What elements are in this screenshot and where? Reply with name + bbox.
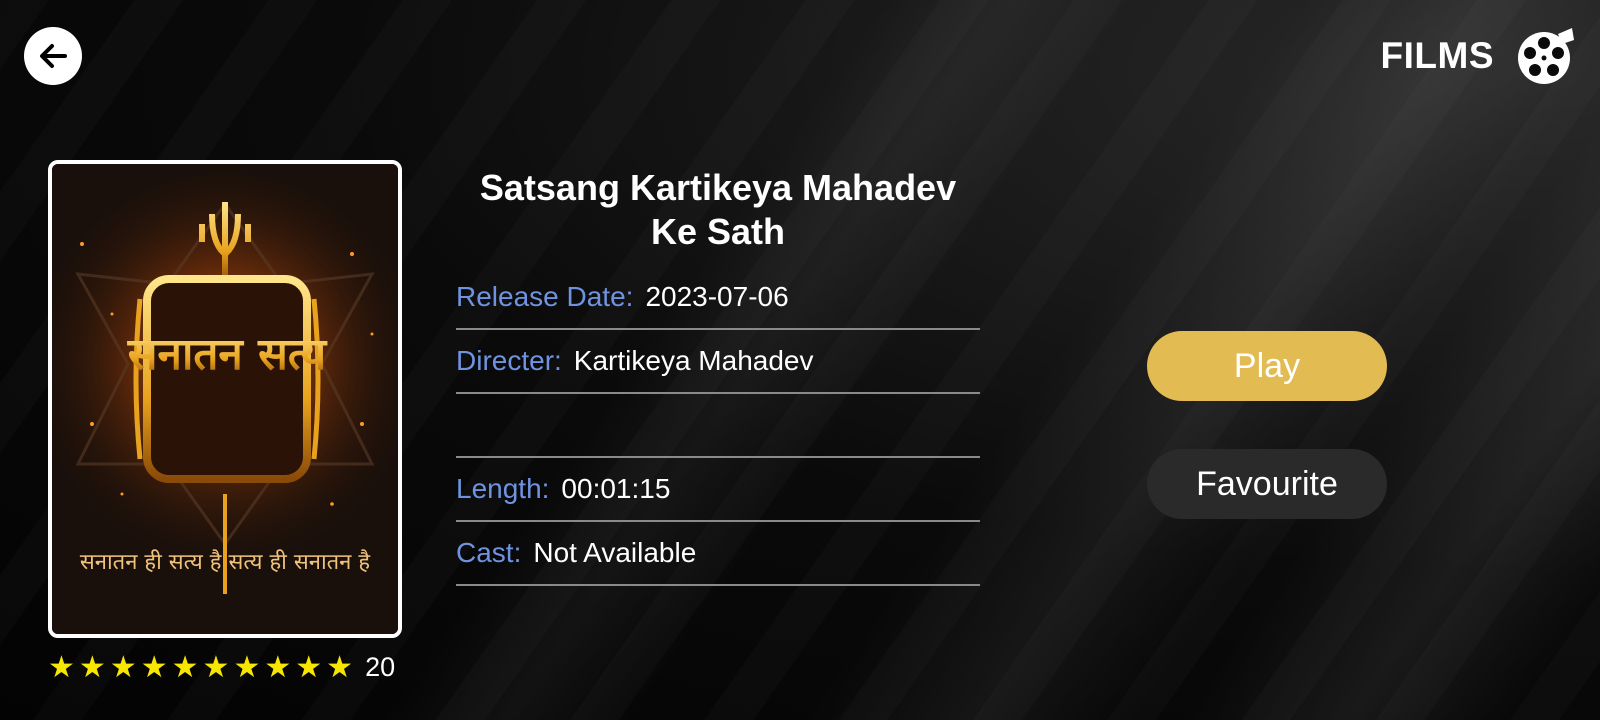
section-title: FILMS bbox=[1380, 35, 1494, 76]
star-icon: ★ bbox=[264, 650, 292, 684]
movie-poster[interactable]: सनातन सत्य सनातन ही सत्य है सत्य ही सनात… bbox=[48, 160, 402, 638]
star-icon: ★ bbox=[140, 650, 168, 684]
back-button[interactable] bbox=[24, 27, 82, 85]
poster-artwork: सनातन सत्य सनातन ही सत्य है सत्य ही सनात… bbox=[52, 164, 398, 634]
cast-label: Cast: bbox=[456, 537, 522, 568]
star-rating: ★ ★ ★ ★ ★ ★ ★ ★ ★ ★ 20 bbox=[48, 652, 395, 683]
play-button[interactable]: Play bbox=[1147, 331, 1387, 401]
release-date-label: Release Date: bbox=[456, 281, 634, 312]
empty-row bbox=[456, 394, 980, 458]
arrow-left-icon bbox=[40, 44, 67, 68]
director-label: Directer: bbox=[456, 345, 562, 376]
favourite-button[interactable]: Favourite bbox=[1147, 449, 1387, 519]
poster-title: सनातन सत्य bbox=[127, 329, 328, 380]
poster-tagline: सनातन ही सत्य है सत्य ही सनातन है bbox=[80, 549, 370, 575]
rating-count: 20 bbox=[365, 652, 396, 682]
film-reel-icon bbox=[1518, 28, 1574, 84]
movie-details: Satsang Kartikeya Mahadev Ke Sath Releas… bbox=[456, 166, 980, 586]
star-icon: ★ bbox=[295, 650, 323, 684]
star-icon: ★ bbox=[202, 650, 230, 684]
star-icon: ★ bbox=[171, 650, 199, 684]
movie-title: Satsang Kartikeya Mahadev Ke Sath bbox=[456, 166, 980, 254]
movie-title-line2: Ke Sath bbox=[650, 211, 786, 252]
header-section: FILMS bbox=[1381, 26, 1576, 86]
release-date-value: 2023-07-06 bbox=[645, 281, 789, 312]
movie-title-line1: Satsang Kartikeya Mahadev bbox=[479, 167, 957, 208]
star-icon: ★ bbox=[109, 650, 137, 684]
star-icon: ★ bbox=[326, 650, 354, 684]
cast-row: Cast: Not Available bbox=[456, 522, 980, 586]
cast-value: Not Available bbox=[533, 537, 697, 568]
director-row: Directer: Kartikeya Mahadev bbox=[456, 330, 980, 394]
length-label: Length: bbox=[456, 473, 550, 504]
star-icon: ★ bbox=[48, 650, 75, 684]
length-value: 00:01:15 bbox=[561, 473, 671, 504]
star-icon: ★ bbox=[78, 650, 106, 684]
release-date-row: Release Date: 2023-07-06 bbox=[456, 266, 980, 330]
director-value: Kartikeya Mahadev bbox=[573, 345, 814, 376]
star-icon: ★ bbox=[233, 650, 261, 684]
length-row: Length: 00:01:15 bbox=[456, 458, 980, 522]
